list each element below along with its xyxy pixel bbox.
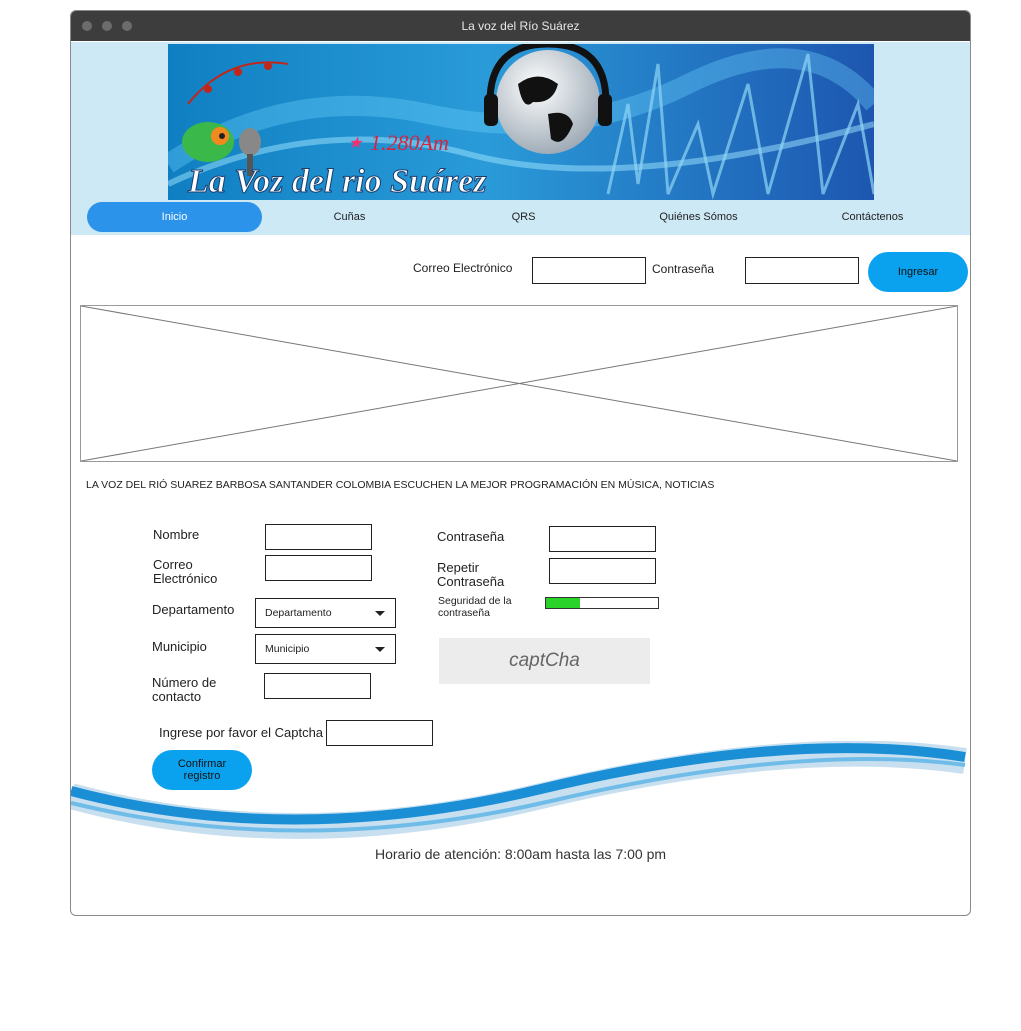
name-input[interactable] [265,524,372,550]
slogan-text: LA VOZ DEL RIÓ SUAREZ BARBOSA SANTANDER … [86,479,715,491]
nav-item-contactenos[interactable]: Contáctenos [785,202,960,232]
nav-item-cunas[interactable]: Cuñas [262,202,437,232]
password-input[interactable] [549,526,656,552]
main-nav: Inicio Cuñas QRS Quiénes Sómos Contácten… [87,201,957,233]
municipality-selected-value: Municipio [265,643,310,655]
chevron-down-icon [375,611,385,616]
strength-label: Seguridad de la contraseña [438,595,512,619]
station-banner: ★ 1.280Am La Voz del rio Suárez [168,44,874,200]
login-email-input[interactable] [532,257,646,284]
repeat-password-label: Repetir Contraseña [437,560,505,589]
banner-frequency: 1.280Am [370,130,449,155]
department-select[interactable]: Departamento [255,598,396,628]
captcha-input[interactable] [326,720,433,746]
department-label: Departamento [152,602,235,617]
phone-label: Número de contacto [152,675,217,704]
password-strength-fill [546,598,580,608]
email-label: Correo Electrónico [153,557,218,586]
captcha-text: captCha [509,650,580,671]
title-bar: La voz del Río Suárez [71,11,970,41]
captcha-input-label: Ingrese por favor el Captcha [159,725,324,740]
banner-station-name: La Voz del rio Suárez [187,163,487,200]
municipality-label: Municipio [152,639,207,654]
repeat-password-input[interactable] [549,558,656,584]
municipality-select[interactable]: Municipio [255,634,396,664]
name-label: Nombre [153,527,200,542]
banner-graphic: ★ 1.280Am La Voz del rio Suárez [168,44,874,200]
department-selected-value: Departamento [265,607,332,619]
bird-mascot-icon [182,122,234,162]
login-password-label: Contraseña [652,262,715,276]
login-email-label: Correo Electrónico [413,261,513,275]
chevron-down-icon [375,647,385,652]
phone-input[interactable] [264,673,371,699]
email-input[interactable] [265,555,372,581]
browser-window: La voz del Río Suárez ★ 1.280Am La Voz d… [70,10,971,916]
office-hours: Horario de atención: 8:00am hasta las 7:… [374,846,667,862]
image-placeholder [80,305,958,462]
captcha-image: captCha [439,638,650,684]
window-title: La voz del Río Suárez [461,19,580,33]
nav-item-qrs[interactable]: QRS [436,202,611,232]
login-password-input[interactable] [745,257,859,284]
star-icon: ★ [348,135,364,152]
nav-item-inicio[interactable]: Inicio [87,202,262,232]
password-strength-meter [545,597,659,609]
site-header: ★ 1.280Am La Voz del rio Suárez Inicio C… [71,42,970,235]
login-submit-button[interactable]: Ingresar [868,252,968,292]
placeholder-cross [81,306,957,461]
confirm-registration-button[interactable]: Confirmar registro [152,750,252,790]
nav-item-quienes-somos[interactable]: Quiénes Sómos [611,202,786,232]
password-label: Contraseña [437,529,505,544]
